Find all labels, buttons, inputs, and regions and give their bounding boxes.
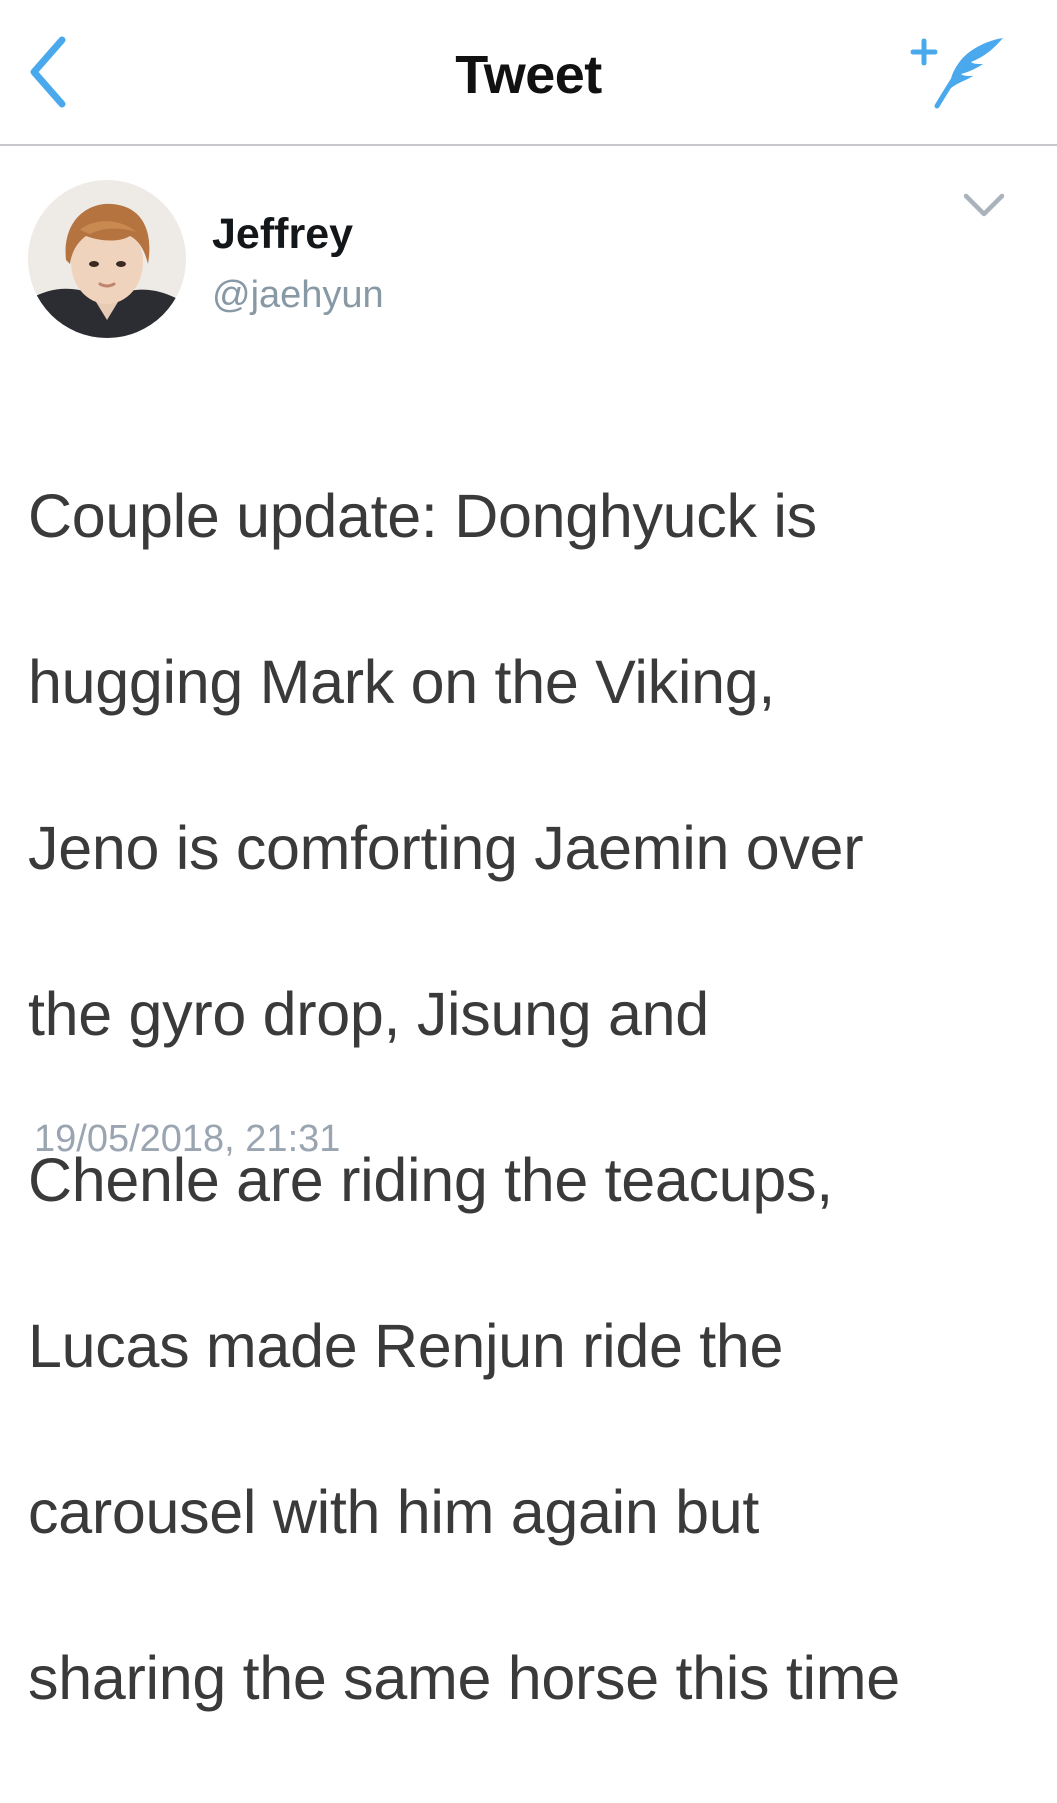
tweet-text-line: sharing the same horse this time bbox=[28, 1644, 900, 1712]
tweet-detail: Jeffrey @jaehyun Couple update: Donghyuc… bbox=[0, 146, 1057, 1712]
tweet-text-line: Lucas made Renjun ride the bbox=[28, 1312, 784, 1380]
tweet-text-line: the gyro drop, Jisung and bbox=[28, 980, 709, 1048]
tweet-timestamp: 19/05/2018, 21:31 bbox=[34, 1118, 341, 1160]
compose-tweet-icon bbox=[910, 38, 1003, 109]
page-title: Tweet bbox=[455, 45, 602, 105]
user-handle[interactable]: @jaehyun bbox=[212, 274, 384, 317]
tweet-text: Couple update: Donghyuck is hugging Mark… bbox=[28, 392, 1038, 1803]
tweet-text-line: carousel with him again but bbox=[28, 1478, 760, 1546]
profile-photo bbox=[28, 180, 186, 338]
tweet-text-line: hugging Mark on the Viking, bbox=[28, 648, 775, 716]
avatar[interactable] bbox=[28, 180, 186, 338]
navigation-bar: Tweet bbox=[0, 0, 1057, 146]
display-name[interactable]: Jeffrey bbox=[212, 210, 353, 259]
tweet-text-line: Jeno is comforting Jaemin over bbox=[28, 814, 864, 882]
tweet-text-line: Couple update: Donghyuck is bbox=[28, 482, 817, 550]
tweet-menu-button[interactable] bbox=[958, 186, 1010, 226]
compose-tweet-button[interactable] bbox=[905, 30, 1015, 114]
chevron-down-icon bbox=[963, 193, 1005, 217]
